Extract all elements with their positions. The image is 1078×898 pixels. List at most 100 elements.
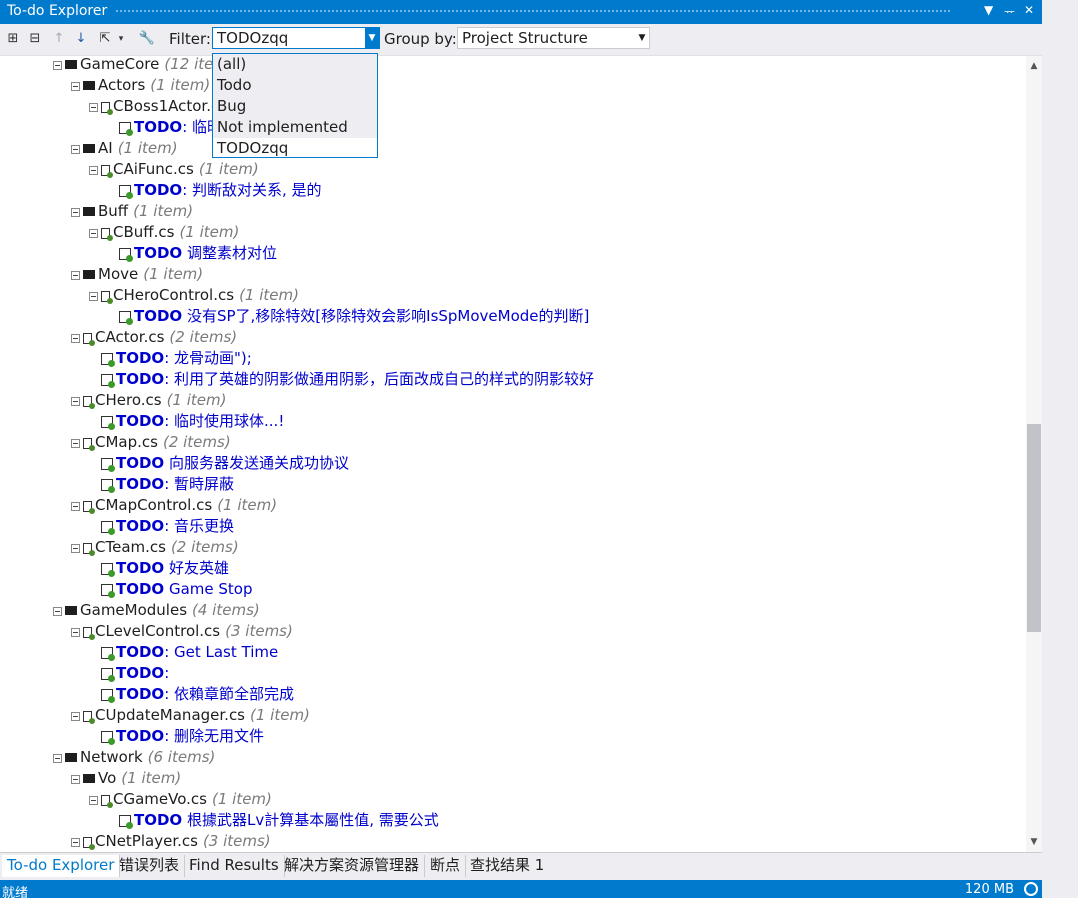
- expand-all-icon[interactable]: ⊞: [4, 30, 22, 48]
- collapse-toggle-icon[interactable]: [71, 334, 80, 343]
- filter-option[interactable]: Bug: [213, 96, 377, 117]
- todo-item-row[interactable]: TODO: 删除无用文件: [89, 726, 264, 747]
- folder-row[interactable]: Move (1 item): [71, 264, 203, 285]
- filter-option[interactable]: Not implemented: [213, 117, 377, 138]
- item-count: (1 item): [166, 391, 227, 409]
- tab-solution-explorer[interactable]: 解决方案资源管理器: [279, 855, 426, 877]
- collapse-toggle-icon[interactable]: [71, 628, 80, 637]
- collapse-toggle-icon[interactable]: [71, 502, 80, 511]
- collapse-toggle-icon[interactable]: [89, 166, 98, 175]
- tab-breakpoints[interactable]: 断点: [425, 855, 467, 877]
- todo-item-row[interactable]: TODO: 利用了英雄的阴影做通用阴影，后面改成自己的样式的阴影较好: [89, 369, 594, 390]
- csharp-file-icon: [83, 837, 95, 850]
- todo-item-row[interactable]: TODO: 判断敌对关系, 是的: [107, 180, 322, 201]
- notification-icon[interactable]: [1024, 882, 1038, 896]
- filter-option[interactable]: Todo: [213, 75, 377, 96]
- collapse-toggle-icon[interactable]: [89, 292, 98, 301]
- collapse-toggle-icon[interactable]: [89, 103, 98, 112]
- collapse-toggle-icon[interactable]: [71, 775, 80, 784]
- todo-task-icon: [101, 353, 115, 367]
- pin-icon[interactable]: ᅲ: [1004, 3, 1015, 20]
- todo-item-row[interactable]: TODO 调整素材对位: [107, 243, 277, 264]
- todo-item-row[interactable]: TODO:: [89, 663, 169, 684]
- todo-item-row[interactable]: TODO: 临时使用球体...!: [89, 411, 284, 432]
- tab-todo-explorer[interactable]: To-do Explorer: [2, 855, 121, 877]
- file-row[interactable]: CHeroControl.cs (1 item): [89, 285, 299, 306]
- collapse-toggle-icon[interactable]: [53, 754, 62, 763]
- todo-item-row[interactable]: TODO: 依賴章節全部完成: [89, 684, 294, 705]
- collapse-toggle-icon[interactable]: [71, 838, 80, 847]
- todo-item-row[interactable]: TODO 根據武器Lv計算基本屬性值, 需要公式: [107, 810, 439, 831]
- todo-item-row[interactable]: TODO: 暫時屏蔽: [89, 474, 234, 495]
- todo-tree: GameCore (12 items) Actors (1 item) CBoss1Ac…: [0, 56, 1026, 852]
- arrow-up-icon[interactable]: ↑: [50, 30, 68, 48]
- todo-item-row[interactable]: TODO: 临时: [107, 117, 222, 138]
- filter-option[interactable]: (all): [213, 54, 377, 75]
- collapse-toggle-icon[interactable]: [71, 397, 80, 406]
- file-row[interactable]: CAiFunc.cs (1 item): [89, 159, 259, 180]
- todo-keyword: TODO: [116, 580, 165, 598]
- collapse-toggle-icon[interactable]: [71, 439, 80, 448]
- collapse-toggle-icon[interactable]: [89, 229, 98, 238]
- tab-find-results-1[interactable]: 查找结果 1: [465, 855, 549, 877]
- collapse-toggle-icon[interactable]: [71, 544, 80, 553]
- folder-row[interactable]: Buff (1 item): [71, 201, 193, 222]
- chevron-down-icon[interactable]: ▼: [635, 28, 649, 48]
- folder-row[interactable]: AI (1 item): [71, 138, 178, 159]
- window-menu-icon[interactable]: ▼: [984, 3, 993, 17]
- todo-item-row[interactable]: TODO 好友英雄: [89, 558, 229, 579]
- todo-item-row[interactable]: TODO: Get Last Time: [89, 642, 278, 663]
- todo-task-icon: [119, 248, 133, 262]
- collapse-toggle-icon[interactable]: [89, 796, 98, 805]
- collapse-toggle-icon[interactable]: [71, 208, 80, 217]
- file-row[interactable]: CTeam.cs (2 items): [71, 537, 239, 558]
- file-row[interactable]: CBuff.cs (1 item): [89, 222, 239, 243]
- collapse-toggle-icon[interactable]: [71, 271, 80, 280]
- groupby-combobox[interactable]: Project Structure ▼: [457, 27, 650, 49]
- folder-row[interactable]: Network (6 items): [53, 747, 215, 768]
- collapse-toggle-icon[interactable]: [71, 712, 80, 721]
- scroll-down-icon[interactable]: ▼: [1026, 834, 1042, 850]
- todo-item-row[interactable]: TODO 没有SP了,移除特效[移除特效会影响IsSpMoveMode的判断]: [107, 306, 589, 327]
- filter-combobox[interactable]: TODOzqq ▼: [212, 27, 380, 49]
- folder-row[interactable]: Actors (1 item): [71, 75, 210, 96]
- status-text: 就绪: [2, 886, 29, 898]
- item-count: (1 item): [133, 202, 194, 220]
- filter-option-selected[interactable]: TODOzqq: [213, 138, 377, 159]
- todo-item-row[interactable]: TODO 向服务器发送通关成功协议: [89, 453, 349, 474]
- background-area: [1042, 0, 1078, 898]
- file-row[interactable]: CUpdateManager.cs (1 item): [71, 705, 310, 726]
- folder-row[interactable]: Vo (1 item): [71, 768, 181, 789]
- todo-item-row[interactable]: TODO: 音乐更换: [89, 516, 234, 537]
- collapse-toggle-icon[interactable]: [53, 607, 62, 616]
- csharp-file-icon: [83, 396, 95, 409]
- file-row[interactable]: CActor.cs (2 items): [71, 327, 237, 348]
- file-row[interactable]: CLevelControl.cs (3 items): [71, 621, 293, 642]
- todo-item-row[interactable]: TODO Game Stop: [89, 579, 252, 600]
- scroll-up-icon[interactable]: ▲: [1026, 58, 1042, 74]
- vertical-scrollbar[interactable]: ▲ ▼: [1026, 56, 1042, 852]
- title-grip: [115, 9, 952, 14]
- collapse-toggle-icon[interactable]: [71, 145, 80, 154]
- todo-keyword: TODO: [116, 559, 165, 577]
- file-row[interactable]: CHero.cs (1 item): [71, 390, 226, 411]
- collapse-toggle-icon[interactable]: [53, 61, 62, 70]
- scroll-thumb[interactable]: [1027, 424, 1041, 632]
- file-row[interactable]: CMapControl.cs (1 item): [71, 495, 277, 516]
- collapse-all-icon[interactable]: ⊟: [26, 30, 44, 48]
- todo-text: : 临时使用球体...!: [164, 412, 285, 430]
- tab-find-results[interactable]: Find Results: [184, 855, 285, 877]
- file-row[interactable]: CNetPlayer.cs (3 items): [71, 831, 271, 852]
- arrow-down-icon[interactable]: ↓: [72, 30, 90, 48]
- folder-row[interactable]: GameModules (4 items): [53, 600, 260, 621]
- tab-error-list[interactable]: 错误列表: [114, 855, 186, 877]
- item-count: (1 item): [217, 496, 278, 514]
- wrench-icon[interactable]: 🔧: [138, 30, 156, 48]
- file-row[interactable]: CMap.cs (2 items): [71, 432, 231, 453]
- file-row[interactable]: CGameVo.cs (1 item): [89, 789, 272, 810]
- todo-item-row[interactable]: TODO: 龙骨动画");: [89, 348, 252, 369]
- collapse-toggle-icon[interactable]: [71, 82, 80, 91]
- chevron-down-icon[interactable]: ▼: [365, 28, 379, 48]
- close-icon[interactable]: ✕: [1024, 3, 1034, 17]
- export-dropdown-icon[interactable]: ▾: [112, 30, 130, 48]
